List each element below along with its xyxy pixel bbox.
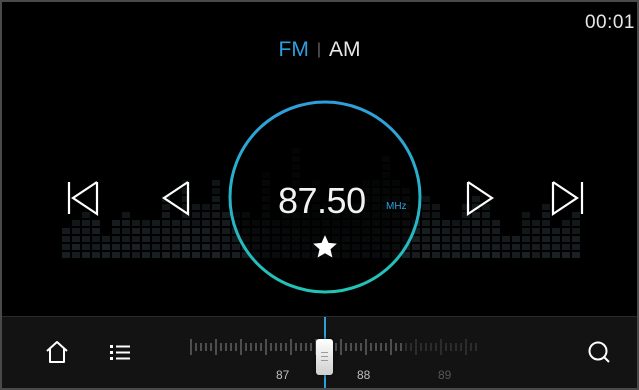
bottom-bar: 87 88 89: [2, 316, 637, 388]
chevron-right-icon[interactable]: [460, 178, 500, 218]
scale-label-89: 89: [438, 368, 452, 382]
fm-band-tab[interactable]: FM: [279, 38, 309, 61]
skip-next-icon[interactable]: [548, 178, 588, 218]
chevron-left-icon[interactable]: [158, 178, 198, 218]
radio-screen: 00:01 FM | AM 87.50 MHz 87 88 89: [0, 0, 639, 390]
scale-label-87: 87: [276, 368, 290, 382]
star-icon[interactable]: [310, 232, 340, 262]
skip-previous-icon[interactable]: [64, 178, 104, 218]
frequency-unit: MHz: [386, 201, 407, 212]
frequency-readout: 87.50: [278, 180, 366, 221]
home-icon[interactable]: [44, 339, 70, 365]
am-band-tab[interactable]: AM: [329, 38, 361, 61]
band-separator: |: [316, 41, 321, 58]
search-icon[interactable]: [586, 339, 612, 365]
list-icon[interactable]: [109, 341, 131, 363]
band-selector: FM | AM: [2, 38, 637, 62]
clock: 00:01: [584, 12, 635, 33]
tuning-slider-handle[interactable]: [316, 339, 333, 375]
scale-label-88: 88: [357, 368, 371, 382]
